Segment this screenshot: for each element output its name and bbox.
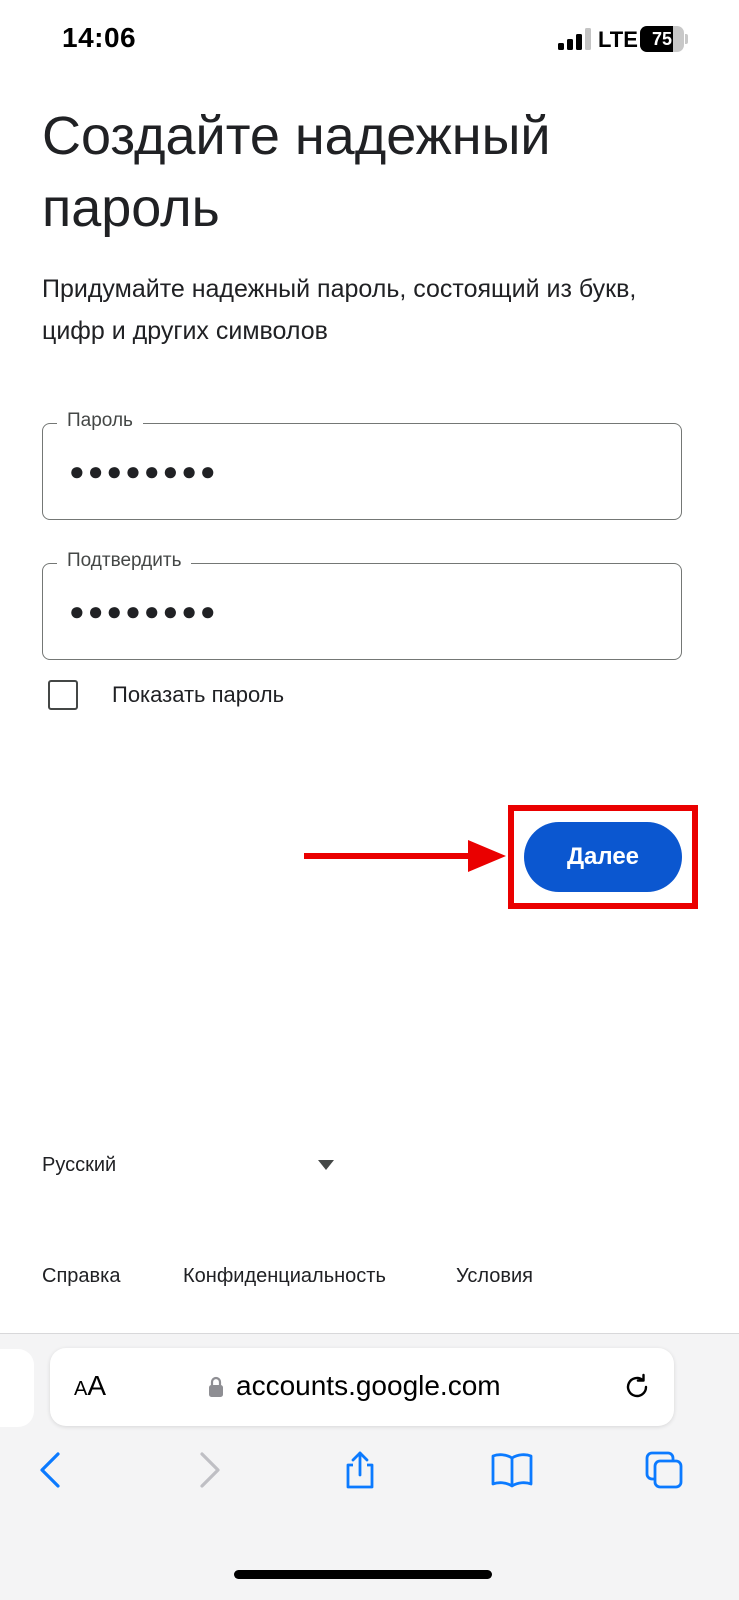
status-time: 14:06 — [62, 22, 137, 53]
annotation-arrow-icon — [304, 840, 506, 872]
share-icon[interactable] — [340, 1450, 380, 1490]
previous-tab-peek[interactable] — [0, 1349, 34, 1427]
lock-icon — [209, 1376, 223, 1397]
screen: 14:06 LTE 75 Создайте надежный пароль Пр… — [0, 0, 739, 1600]
cellular-signal-icon — [558, 28, 591, 50]
address-bar[interactable]: AA accounts.google.com — [50, 1348, 674, 1426]
back-icon[interactable] — [32, 1450, 72, 1490]
status-bar: 14:06 LTE 75 — [0, 0, 739, 80]
language-selector[interactable]: Русский — [42, 1150, 342, 1182]
password-field[interactable]: Пароль ●●●●●●●● — [42, 410, 682, 520]
caret-down-icon — [318, 1160, 334, 1170]
confirm-password-value: ●●●●●●●● — [69, 596, 219, 626]
terms-link[interactable]: Условия — [456, 1265, 533, 1288]
bookmarks-icon[interactable] — [490, 1450, 534, 1490]
language-label: Русский — [42, 1154, 117, 1176]
network-type: LTE — [598, 27, 638, 52]
help-link[interactable]: Справка — [42, 1265, 120, 1288]
show-password-checkbox[interactable] — [48, 680, 78, 710]
page-title: Создайте надежный пароль — [42, 106, 551, 238]
reload-icon[interactable] — [622, 1372, 652, 1402]
password-label: Пароль — [57, 410, 143, 432]
next-button[interactable]: Далее — [524, 822, 682, 892]
battery-icon: 75 — [640, 26, 688, 52]
show-password-label: Показать пароль — [112, 682, 285, 707]
battery-level: 75 — [651, 29, 673, 49]
text-size-button[interactable]: AA — [74, 1370, 106, 1402]
forward-icon[interactable] — [188, 1450, 228, 1490]
confirm-password-field[interactable]: Подтвердить ●●●●●●●● — [42, 550, 682, 660]
home-indicator — [234, 1570, 492, 1579]
url-text: accounts.google.com — [236, 1370, 501, 1401]
privacy-link[interactable]: Конфиденциальность — [183, 1265, 386, 1288]
page-subtitle: Придумайте надежный пароль, состоящий из… — [42, 275, 637, 345]
confirm-password-label: Подтвердить — [57, 550, 192, 572]
show-password-row[interactable]: Показать пароль — [46, 678, 446, 714]
password-value: ●●●●●●●● — [69, 456, 219, 486]
tabs-icon[interactable] — [644, 1450, 684, 1490]
